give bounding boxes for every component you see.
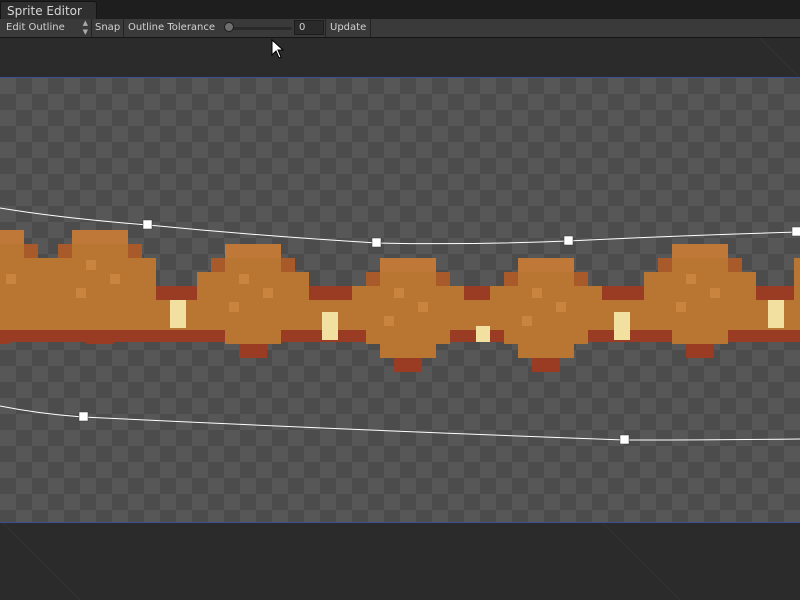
outline-handle[interactable] [142,219,153,230]
update-button[interactable]: Update [326,19,370,37]
dropdown-arrows-icon: ▲ ▼ [82,19,88,36]
mode-dropdown-label: Edit Outline [6,22,65,33]
tolerance-label: Outline Tolerance [128,22,216,33]
outline-handle[interactable] [791,226,800,237]
outline-handle[interactable] [619,434,630,445]
tolerance-slider-thumb[interactable] [224,22,234,32]
divider [123,19,124,37]
toolbar: Edit Outline ▲ ▼ Snap Outline Tolerance U… [0,19,800,38]
outline-handle[interactable] [563,235,574,246]
outline-handle[interactable] [371,237,382,248]
outline-handle[interactable] [78,411,89,422]
mouse-cursor-icon [271,39,285,59]
mode-dropdown[interactable]: Edit Outline ▲ ▼ [0,19,91,37]
tab-sprite-editor[interactable]: Sprite Editor [0,1,97,20]
sprite-canvas[interactable] [0,38,800,600]
sprite-image [0,230,800,372]
tolerance-field[interactable]: 0 [294,20,324,35]
snap-toggle[interactable]: Snap [92,19,123,37]
tab-bar: Sprite Editor [0,0,800,20]
divider [370,19,371,37]
tolerance-slider-track[interactable] [230,27,292,30]
sprite-overlay [0,207,800,445]
